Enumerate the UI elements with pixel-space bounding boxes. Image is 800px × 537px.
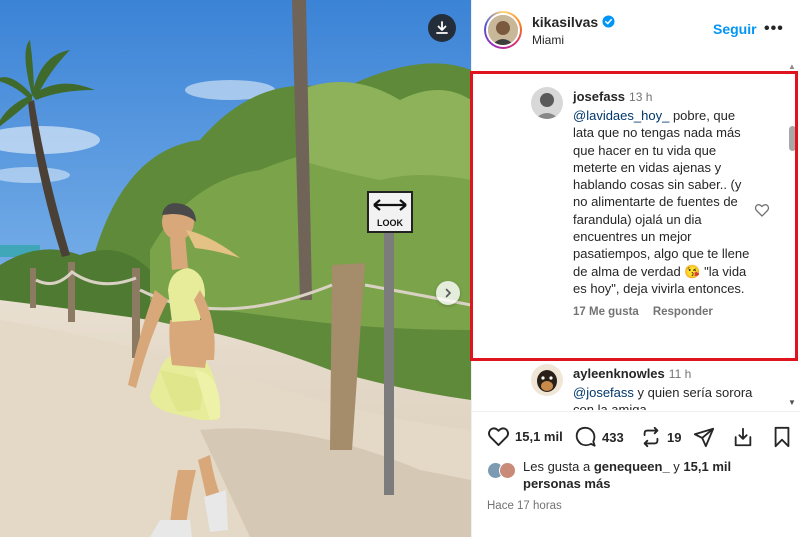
beach-photo-illustration: LOOK [0, 0, 471, 537]
likes-count: 15,1 mil [515, 429, 563, 444]
post-location[interactable]: Miami [532, 33, 615, 47]
verified-icon [602, 15, 615, 28]
share-button[interactable] [693, 426, 715, 448]
liked-by-user[interactable]: genequeen_ [594, 459, 670, 474]
heart-icon [488, 427, 509, 447]
liked-by-text[interactable]: Les gusta a genequeen_ y 15,1 mil persona… [523, 458, 783, 492]
heart-icon[interactable] [754, 202, 770, 218]
comments-list: josefass 13 h @lavidaes_hoy_ pobre, que l… [472, 62, 800, 410]
post-time: Hace 17 horas [487, 500, 562, 512]
likes-suffix[interactable]: personas más [523, 476, 610, 491]
comment-mention[interactable]: @lavidaes_hoy_ [573, 108, 669, 123]
download-icon [436, 21, 448, 34]
comments-scrollbar[interactable]: ▲ ▼ [787, 62, 799, 410]
likes-middle: y [669, 459, 684, 474]
comment-time: 11 h [668, 367, 692, 381]
comment-icon [575, 426, 596, 447]
download-button[interactable] [428, 14, 456, 42]
comment-item: ayleenknowles 11 h @josefass y quien serí… [573, 365, 753, 410]
chevron-right-icon [445, 288, 452, 298]
scroll-up-arrow[interactable]: ▲ [788, 62, 796, 71]
repost-button[interactable]: 19 [640, 426, 681, 448]
avatar-image [486, 13, 520, 47]
scroll-down-arrow[interactable]: ▼ [788, 398, 796, 407]
comment-username[interactable]: josefass [573, 89, 625, 104]
comment-text: @josefass y quien sería sorora con la am… [573, 384, 753, 410]
comment-button[interactable]: 433 [574, 426, 624, 448]
comment-avatar[interactable] [531, 364, 563, 396]
save-icon [774, 426, 790, 448]
comment-time: 13 h [629, 90, 653, 104]
repost-icon [643, 426, 659, 448]
scroll-thumb[interactable] [789, 126, 796, 151]
comment-likes[interactable]: 17 Me gusta [573, 306, 639, 318]
post-action-bar: 15,1 mil 433 19 [472, 411, 800, 461]
share-icon [693, 427, 715, 448]
comment-username[interactable]: ayleenknowles [573, 366, 665, 381]
post-details-panel: kikasilvas Miami Seguir ••• josefass 13 h… [471, 0, 800, 537]
post-photo: LOOK [0, 0, 471, 537]
comment-text: @lavidaes_hoy_ pobre, que lata que no te… [573, 107, 753, 297]
save-button[interactable] [772, 426, 792, 448]
follow-button[interactable]: Seguir [713, 21, 757, 37]
bookmark-add-icon [734, 427, 752, 447]
comment-mention[interactable]: @josefass [573, 385, 634, 400]
liker-avatars [487, 462, 517, 482]
comment-body: pobre, que lata que no tengas nada más q… [573, 108, 750, 296]
next-image-button[interactable] [436, 281, 460, 305]
likes-prefix: Les gusta a [523, 459, 594, 474]
comments-count: 433 [602, 429, 624, 445]
post-username[interactable]: kikasilvas [532, 14, 598, 30]
save-collection-button[interactable] [732, 426, 754, 448]
avatar[interactable] [484, 11, 522, 49]
comment-item: josefass 13 h @lavidaes_hoy_ pobre, que l… [573, 88, 753, 318]
like-button[interactable]: 15,1 mil [487, 426, 563, 447]
likes-others-count[interactable]: 15,1 mil [683, 459, 731, 474]
sign-text: LOOK [377, 218, 403, 228]
reposts-count: 19 [667, 429, 682, 445]
comment-avatar[interactable] [531, 87, 563, 119]
reply-button[interactable]: Responder [653, 306, 713, 318]
more-options-button[interactable]: ••• [764, 20, 784, 38]
liker-avatar [499, 462, 516, 479]
